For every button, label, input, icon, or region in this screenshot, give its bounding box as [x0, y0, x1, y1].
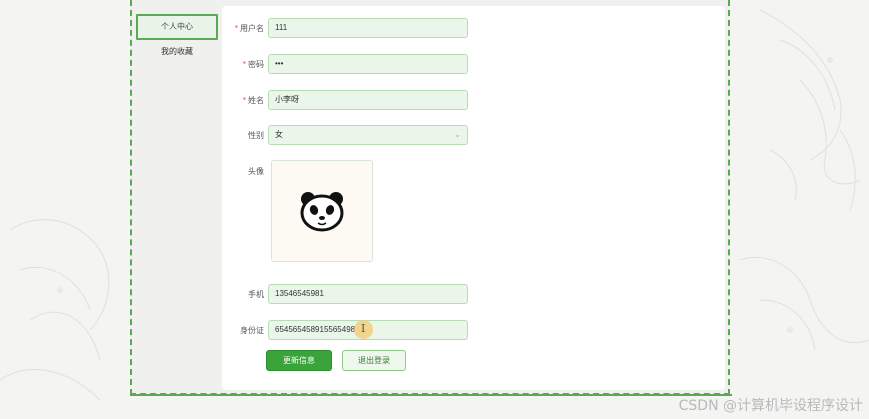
panda-avatar-icon [300, 192, 344, 232]
required-mark: * [242, 95, 246, 105]
username-row: * 用户名 111 [222, 18, 468, 38]
gender-select-value: 女 [275, 130, 283, 139]
sidebar: 个人中心 我的收藏 [136, 14, 218, 64]
phone-input[interactable]: 13546545981 [268, 284, 468, 304]
phone-label: 手机 [248, 289, 264, 299]
phone-row: 手机 13546545981 [222, 284, 468, 304]
sidebar-item-personal-center[interactable]: 个人中心 [136, 14, 218, 40]
avatar-row: 头像 [222, 166, 268, 177]
required-mark: * [234, 23, 238, 33]
text-cursor-icon: I [361, 322, 366, 335]
sidebar-item-my-favorites[interactable]: 我的收藏 [136, 41, 218, 63]
required-mark: * [242, 59, 246, 69]
password-input[interactable]: ••• [268, 54, 468, 74]
id-card-row: 身份证 654565458915565498 [222, 320, 468, 340]
gender-row: 性别 女 ⌄ [222, 125, 468, 145]
avatar-label: 头像 [248, 167, 264, 176]
gender-label: 性别 [248, 130, 264, 140]
name-label: * 姓名 [242, 95, 264, 105]
update-info-button[interactable]: 更新信息 [266, 350, 332, 371]
password-label: * 密码 [242, 59, 264, 69]
frame-bottom-border [130, 394, 732, 396]
logout-button[interactable]: 退出登录 [342, 350, 406, 371]
id-card-label: 身份证 [240, 325, 264, 335]
password-row: * 密码 ••• [222, 54, 468, 74]
gender-select[interactable]: 女 ⌄ [268, 125, 468, 145]
watermark: CSDN @计算机毕设程序设计 [678, 398, 863, 414]
username-label: * 用户名 [234, 23, 264, 33]
chevron-down-icon: ⌄ [454, 130, 461, 139]
name-input[interactable]: 小李呀 [268, 90, 468, 110]
avatar-upload[interactable] [271, 160, 373, 262]
name-row: * 姓名 小李呀 [222, 90, 468, 110]
username-input[interactable]: 111 [268, 18, 468, 38]
